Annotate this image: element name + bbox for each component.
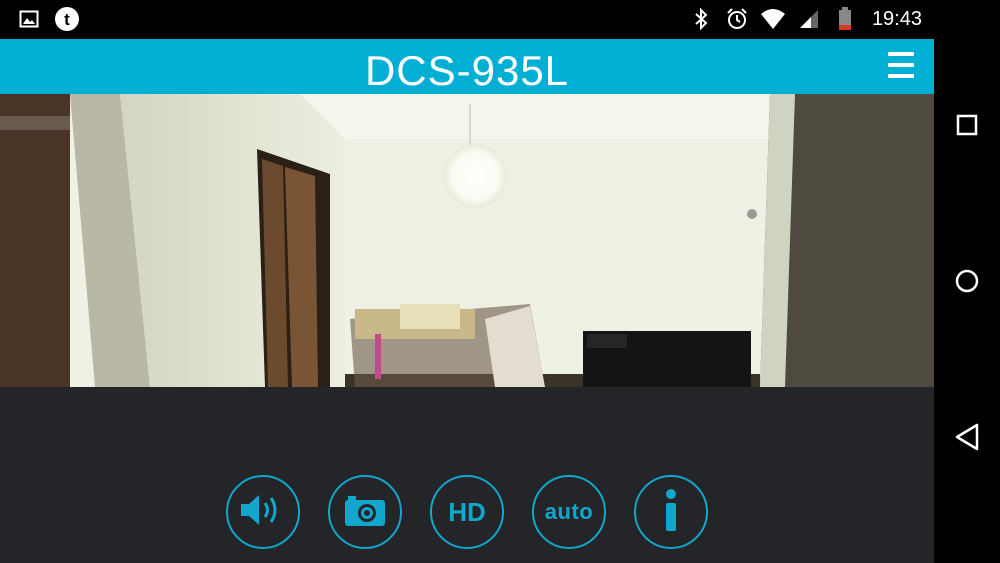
info-button[interactable]: [634, 475, 708, 549]
recents-icon: [956, 114, 978, 136]
notification-icons: t: [16, 6, 80, 32]
info-icon: [661, 488, 681, 537]
system-icons: 19:43: [688, 6, 922, 32]
bluetooth-icon: [688, 6, 714, 32]
control-panel: HD auto: [0, 387, 934, 563]
menu-button[interactable]: [888, 52, 914, 78]
home-button[interactable]: [952, 266, 982, 296]
live-video-feed[interactable]: [0, 94, 934, 387]
alarm-icon: [724, 6, 750, 32]
app-header: DCS-935L: [0, 39, 934, 94]
auto-label: auto: [544, 499, 594, 524]
camera-title: DCS-935L: [364, 47, 570, 94]
gallery-icon: [16, 6, 42, 32]
clock: 19:43: [871, 7, 922, 30]
audio-button[interactable]: [226, 475, 300, 549]
wifi-icon: [760, 6, 786, 32]
tumblr-icon: t: [54, 6, 80, 32]
battery-icon: [832, 6, 858, 32]
cell-signal-icon: [796, 6, 822, 32]
control-buttons: HD auto: [226, 475, 708, 549]
back-button[interactable]: [952, 422, 982, 452]
status-bar: t 19:43: [0, 0, 934, 39]
svg-text:t: t: [64, 10, 70, 29]
camera-view-image: [0, 94, 934, 387]
home-icon: [955, 269, 979, 293]
snapshot-button[interactable]: [328, 475, 402, 549]
menu-icon: [888, 52, 914, 56]
hd-toggle-button[interactable]: HD: [430, 475, 504, 549]
back-icon: [955, 423, 979, 451]
recents-button[interactable]: [952, 110, 982, 140]
hd-label: HD: [448, 496, 486, 527]
auto-mode-button[interactable]: auto: [532, 475, 606, 549]
speaker-icon: [239, 492, 287, 533]
navigation-bar: [934, 0, 1000, 563]
camera-icon: [344, 493, 386, 532]
